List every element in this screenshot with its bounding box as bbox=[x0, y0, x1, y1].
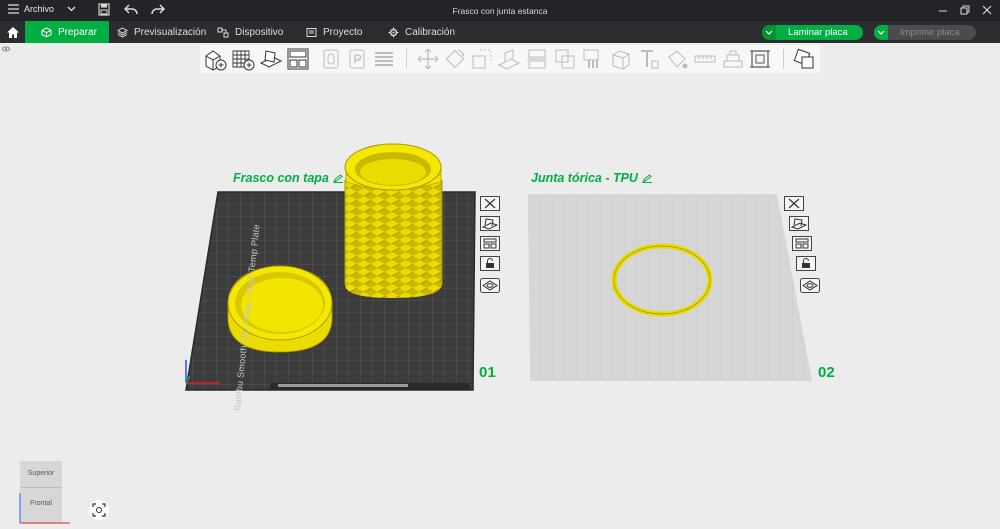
layers-icon bbox=[117, 26, 128, 38]
eye-icon[interactable] bbox=[2, 46, 10, 52]
home-icon bbox=[7, 27, 19, 38]
plate-2[interactable] bbox=[528, 194, 812, 381]
tab-dispositivo[interactable]: Dispositivo bbox=[217, 21, 283, 43]
delete-plate-icon[interactable] bbox=[784, 196, 804, 211]
assembly-view-icon[interactable] bbox=[748, 47, 772, 71]
plate-settings-icon[interactable] bbox=[345, 47, 369, 71]
print-plate-label: Imprimir placa bbox=[900, 27, 960, 38]
tab-previsualizacion[interactable]: Previsualización bbox=[117, 21, 206, 43]
scene-canvas[interactable] bbox=[0, 74, 1000, 529]
fit-view-icon bbox=[92, 503, 106, 517]
3d-viewport[interactable]: Bambu Smooth PEI Plate / High Temp Plate… bbox=[0, 74, 1000, 529]
view-cube-axes bbox=[19, 493, 70, 524]
tab-label: Preparar bbox=[58, 26, 97, 38]
layers-editor-icon[interactable] bbox=[372, 47, 396, 71]
home-button[interactable] bbox=[0, 21, 25, 43]
seam-paint-icon[interactable] bbox=[609, 47, 633, 71]
calibration-icon bbox=[388, 27, 399, 37]
slice-plate-button[interactable]: Laminar placa bbox=[762, 25, 863, 40]
explode-view-icon[interactable] bbox=[792, 47, 816, 71]
slice-plate-label: Laminar placa bbox=[788, 27, 848, 38]
edit-icon[interactable] bbox=[641, 173, 653, 183]
toolbar-divider bbox=[406, 49, 407, 69]
tab-label: Calibración bbox=[405, 26, 456, 38]
cube-icon bbox=[41, 26, 52, 38]
close-icon[interactable] bbox=[979, 2, 995, 18]
view-cube[interactable]: Superior Frontal bbox=[19, 461, 70, 524]
tab-label: Proyecto bbox=[323, 26, 363, 38]
plate-name: Junta tórica - TPU bbox=[531, 171, 638, 185]
project-icon bbox=[306, 27, 317, 37]
toolbar-divider bbox=[783, 49, 784, 69]
arrange-icon[interactable] bbox=[286, 47, 310, 71]
rotate-icon[interactable] bbox=[443, 47, 467, 71]
tab-preparar[interactable]: Preparar bbox=[25, 21, 109, 43]
window-title: Frasco con junta estanca bbox=[452, 6, 548, 16]
tab-label: Previsualización bbox=[134, 26, 207, 38]
chevron-down-icon bbox=[765, 30, 773, 35]
print-dropdown[interactable] bbox=[874, 25, 888, 40]
print-plate-button[interactable]: Imprimir placa bbox=[874, 25, 976, 40]
delete-plate-icon[interactable] bbox=[480, 196, 500, 211]
measure-icon[interactable] bbox=[693, 47, 717, 71]
lock-plate-icon[interactable] bbox=[796, 256, 816, 271]
add-plate-icon[interactable] bbox=[231, 47, 255, 71]
slice-dropdown[interactable] bbox=[762, 25, 776, 40]
orient-icon[interactable] bbox=[319, 47, 343, 71]
plate-1-number: 01 bbox=[479, 364, 496, 381]
plate-2-title[interactable]: Junta tórica - TPU bbox=[531, 171, 653, 185]
add-object-icon[interactable] bbox=[203, 47, 227, 71]
maximize-icon[interactable] bbox=[957, 2, 973, 18]
arrange-plate-icon[interactable] bbox=[792, 236, 812, 251]
plate-name: Frasco con tapa bbox=[233, 171, 329, 185]
tab-label: Dispositivo bbox=[235, 26, 284, 38]
boolean-icon[interactable] bbox=[553, 47, 577, 71]
minimize-icon[interactable] bbox=[935, 2, 951, 18]
jar-model[interactable] bbox=[344, 143, 443, 298]
tab-proyecto[interactable]: Proyecto bbox=[306, 21, 362, 43]
assembly-icon[interactable] bbox=[721, 47, 745, 71]
plate-2-number: 02 bbox=[818, 364, 835, 381]
lay-on-face-icon[interactable] bbox=[497, 47, 521, 71]
text-icon[interactable] bbox=[637, 47, 661, 71]
edit-icon[interactable] bbox=[332, 173, 344, 183]
scale-icon[interactable] bbox=[470, 47, 494, 71]
nav-bar: Preparar Previsualización Dispositivo Pr… bbox=[0, 21, 1000, 43]
arrange-plate-icon[interactable] bbox=[480, 236, 500, 251]
lock-plate-icon[interactable] bbox=[480, 256, 500, 271]
move-icon[interactable] bbox=[416, 47, 440, 71]
color-paint-icon[interactable] bbox=[665, 47, 689, 71]
fit-view-button[interactable] bbox=[89, 500, 109, 520]
orient-plate-icon[interactable] bbox=[789, 216, 809, 231]
cut-icon[interactable] bbox=[525, 47, 549, 71]
view-cube-top[interactable]: Superior bbox=[20, 470, 62, 477]
support-paint-icon[interactable] bbox=[581, 47, 605, 71]
title-bar: Archivo Frasco con junta estanca bbox=[0, 0, 1000, 21]
orient-plate-icon[interactable] bbox=[480, 216, 500, 231]
tab-calibracion[interactable]: Calibración bbox=[388, 21, 455, 43]
plate-view-icon[interactable] bbox=[800, 278, 820, 293]
device-icon bbox=[217, 27, 229, 37]
main-toolbar bbox=[200, 45, 820, 73]
plate-view-icon[interactable] bbox=[480, 278, 500, 293]
plate-1-title[interactable]: Frasco con tapa bbox=[233, 171, 344, 185]
chevron-down-icon bbox=[877, 30, 885, 35]
auto-orient-icon[interactable] bbox=[259, 47, 283, 71]
